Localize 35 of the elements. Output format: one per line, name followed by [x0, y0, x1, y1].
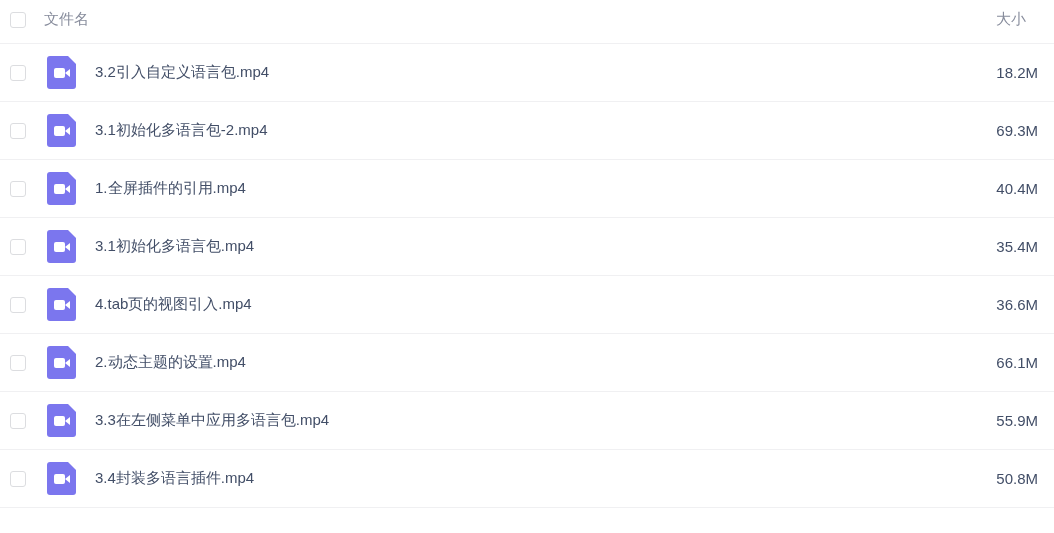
file-size: 55.9M [996, 412, 1038, 429]
video-file-icon [47, 114, 76, 147]
row-checkbox[interactable] [10, 238, 26, 255]
file-name[interactable]: 1.全屏插件的引用.mp4 [95, 179, 997, 198]
video-file-icon [47, 462, 76, 495]
select-all-checkbox[interactable] [10, 11, 26, 28]
row-checkbox[interactable] [10, 122, 26, 139]
file-name[interactable]: 4.tab页的视图引入.mp4 [95, 295, 997, 314]
video-file-icon [47, 172, 76, 205]
file-name[interactable]: 3.2引入自定义语言包.mp4 [95, 63, 997, 82]
row-checkbox[interactable] [10, 354, 26, 371]
column-header: 文件名 [44, 10, 90, 29]
file-size: 36.6M [996, 296, 1038, 313]
file-name[interactable]: 3.1初始化多语言包.mp4 [95, 237, 997, 256]
file-size: 50.8M [996, 470, 1038, 487]
row-checkbox[interactable] [10, 470, 26, 487]
file-size: 40.4M [996, 180, 1038, 197]
row-checkbox[interactable] [10, 180, 26, 197]
video-file-icon [47, 404, 76, 437]
file-size: 69.3M [996, 122, 1038, 139]
video-file-icon [47, 288, 76, 321]
row-checkbox[interactable] [10, 296, 26, 313]
video-file-icon [47, 230, 76, 263]
row-checkbox[interactable] [10, 412, 26, 429]
file-name[interactable]: 2.动态主题的设置.mp4 [95, 353, 997, 372]
file-size: 66.1M [996, 354, 1038, 371]
row-checkbox[interactable] [10, 64, 26, 81]
file-name[interactable]: 3.1初始化多语言包-2.mp4 [95, 121, 997, 140]
file-name[interactable]: 3.4封装多语言插件.mp4 [95, 469, 997, 488]
file-size: 35.4M [996, 238, 1038, 255]
column-header: 大小 [996, 10, 1026, 29]
file-size: 18.2M [996, 64, 1038, 81]
video-file-icon [47, 346, 76, 379]
file-name[interactable]: 3.3在左侧菜单中应用多语言包.mp4 [95, 411, 997, 430]
video-file-icon [47, 56, 76, 89]
